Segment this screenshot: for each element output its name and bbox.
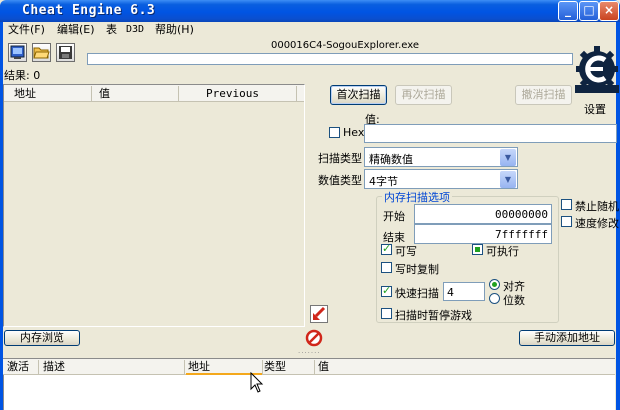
value-input[interactable]	[364, 124, 617, 143]
col-type[interactable]: 类型	[264, 359, 286, 374]
no-random-checkbox[interactable]	[561, 199, 572, 210]
start-address-input[interactable]: 00000000	[414, 204, 552, 224]
writable-label: 可写	[395, 245, 417, 258]
cheat-engine-logo-icon	[575, 46, 619, 93]
menu-table[interactable]: 表	[106, 22, 117, 38]
col-separator	[184, 360, 185, 374]
results-col-separator	[296, 86, 297, 101]
cheat-engine-logo[interactable]	[574, 40, 620, 98]
no-random-label: 禁止随机	[575, 200, 619, 213]
chevron-down-icon: ▼	[500, 149, 516, 166]
window-title: Cheat Engine 6.3	[22, 3, 156, 18]
mouse-cursor	[250, 371, 264, 394]
found-count: 结果: 0	[4, 69, 41, 82]
stop-address-input[interactable]: 7fffffff	[414, 224, 552, 244]
col-address[interactable]: 地址	[188, 359, 210, 374]
scan-progress-bar	[87, 53, 573, 65]
address-list[interactable]	[3, 375, 615, 410]
process-name: 000016C4-SogouExplorer.exe	[270, 40, 420, 51]
copy-on-write-checkbox[interactable]	[381, 262, 392, 273]
scan-type-select[interactable]: 精确数值 ▼	[364, 147, 518, 167]
chevron-down-icon: ▼	[500, 171, 516, 188]
results-header	[4, 85, 304, 102]
results-col-separator	[178, 86, 179, 101]
start-label: 开始	[383, 210, 405, 223]
copy-on-write-label: 写时复制	[395, 263, 439, 276]
cursor-arrow-icon	[250, 371, 264, 393]
menu-file[interactable]: 文件(F)	[8, 22, 45, 38]
results-col-separator	[91, 86, 92, 101]
hex-label: Hex	[343, 126, 365, 139]
fast-scan-label: 快速扫描	[395, 287, 439, 300]
pause-game-label: 扫描时暂停游戏	[395, 309, 472, 322]
start-address-value: 00000000	[495, 208, 548, 221]
settings-link[interactable]: 设置	[584, 101, 606, 117]
stop-address-value: 7fffffff	[495, 228, 548, 241]
clear-list-button[interactable]	[305, 329, 323, 347]
undo-scan-button[interactable]: 撤消扫描	[515, 85, 572, 105]
open-process-button[interactable]	[8, 43, 27, 62]
scan-results-list[interactable]	[3, 84, 305, 327]
col-active[interactable]: 激活	[7, 359, 29, 374]
arrow-down-left-icon	[313, 306, 326, 320]
last-digits-label: 位数	[503, 294, 525, 307]
maximize-button[interactable]: □	[579, 1, 599, 21]
memory-view-button[interactable]: 内存浏览	[4, 330, 80, 346]
align-radio[interactable]	[489, 279, 500, 290]
minimize-button[interactable]: _	[558, 1, 578, 21]
fast-scan-value: 4	[447, 286, 454, 299]
memory-scan-options-title: 内存扫描选项	[382, 189, 452, 205]
value-type-select[interactable]: 4字节 ▼	[364, 169, 518, 189]
value-type-value: 4字节	[369, 175, 398, 188]
speedhack-label: 速度修改	[575, 217, 619, 230]
next-scan-button[interactable]: 再次扫描	[395, 85, 452, 105]
hex-checkbox[interactable]	[329, 127, 340, 138]
executable-label: 可执行	[486, 245, 519, 258]
pause-game-checkbox[interactable]	[381, 308, 392, 319]
first-scan-button[interactable]: 首次扫描	[330, 85, 387, 105]
stop-icon	[305, 329, 323, 347]
open-file-button[interactable]	[32, 43, 51, 62]
speedhack-checkbox[interactable]	[561, 216, 572, 227]
menu-d3d[interactable]: D3D	[126, 22, 144, 38]
menu-help[interactable]: 帮助(H)	[155, 22, 194, 38]
add-to-list-button[interactable]	[310, 305, 328, 323]
save-button[interactable]	[56, 43, 75, 62]
col-separator	[38, 360, 39, 374]
col-value[interactable]: 值	[318, 359, 329, 374]
value-type-label: 数值类型	[318, 174, 362, 187]
col-separator	[314, 360, 315, 374]
results-col-address[interactable]: 地址	[14, 86, 36, 101]
menu-edit[interactable]: 编辑(E)	[57, 22, 95, 38]
save-icon	[59, 46, 72, 59]
open-process-icon	[10, 45, 25, 59]
results-col-previous[interactable]: Previous	[206, 86, 259, 101]
open-file-icon	[33, 47, 50, 59]
last-digits-radio[interactable]	[489, 293, 500, 304]
address-list-header	[3, 358, 615, 375]
fast-scan-input[interactable]: 4	[443, 282, 485, 301]
scan-type-value: 精确数值	[369, 153, 413, 166]
scan-type-label: 扫描类型	[318, 152, 362, 165]
writable-checkbox[interactable]	[381, 242, 392, 255]
splitter-handle[interactable]: ·······	[298, 349, 322, 357]
fast-scan-checkbox[interactable]	[381, 284, 392, 297]
results-col-value[interactable]: 值	[99, 86, 110, 101]
add-address-manually-button[interactable]: 手动添加地址	[519, 330, 615, 346]
col-description[interactable]: 描述	[43, 359, 65, 374]
executable-checkbox[interactable]	[472, 244, 483, 255]
close-button[interactable]: ×	[599, 1, 619, 21]
